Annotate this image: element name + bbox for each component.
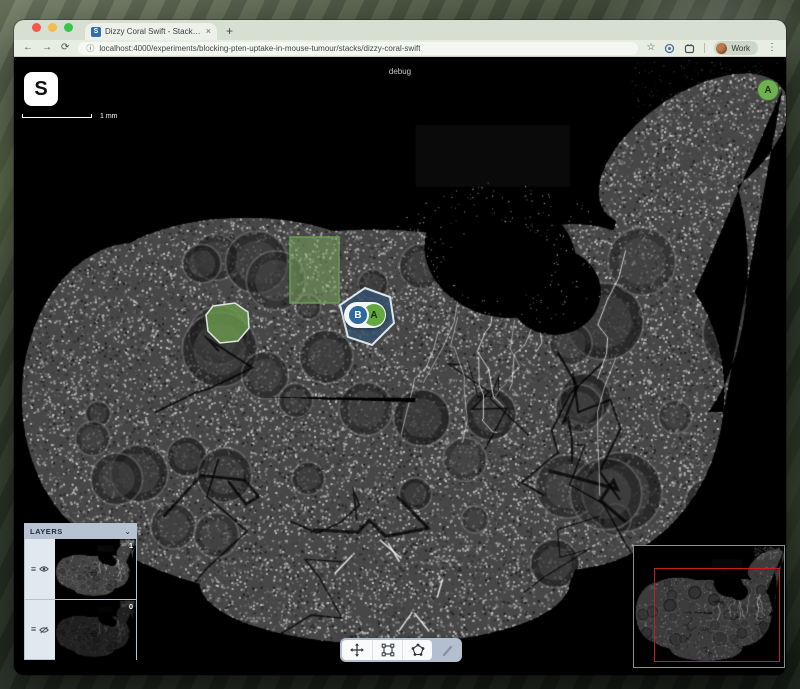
minimap[interactable] [633,545,785,668]
layer-0-controls: ≡ [25,600,55,659]
layers-panel: LAYERS ⌄ ≡ 1 [24,523,137,660]
annotation-rectangle-green[interactable] [290,237,339,303]
box-select-tool-button[interactable] [372,640,402,660]
extensions-icon[interactable] [684,43,695,54]
layer-0-thumbnail[interactable]: 0 [55,600,136,659]
window-controls [32,20,73,40]
desktop-background: S Dizzy Coral Swift - Stacks - B × + ← →… [0,0,800,689]
layer-1-controls: ≡ [25,539,55,599]
layers-panel-title: LAYERS [30,527,63,536]
minimap-viewport-rectangle[interactable] [654,568,780,662]
collapse-chevron-icon[interactable]: ⌄ [124,530,131,534]
visibility-eye-off-icon[interactable] [39,626,49,634]
move-icon [350,643,364,657]
forward-icon[interactable]: → [42,43,52,53]
browser-menu-icon[interactable]: ⋮ [767,43,777,53]
profile-label: Work [731,44,750,53]
visibility-eye-icon[interactable] [39,565,49,573]
tab-title: Dizzy Coral Swift - Stacks - B [105,27,202,36]
layer-1-thumbnail-image [55,539,136,599]
back-icon[interactable]: ← [23,43,33,53]
collaborator-b-badge[interactable]: B [347,304,369,326]
pencil-icon [441,644,454,657]
close-window-button[interactable] [32,23,41,32]
browser-window: S Dizzy Coral Swift - Stacks - B × + ← →… [14,20,786,675]
address-bar[interactable]: ⓘ localhost:4000/experiments/blocking-pt… [78,42,637,55]
new-tab-button[interactable]: + [226,25,233,37]
site-info-icon[interactable]: ⓘ [86,43,94,54]
bounding-box-icon [381,643,395,657]
tab-close-icon[interactable]: × [206,27,211,36]
polygon-icon [411,643,425,657]
tab-favicon: S [91,27,101,37]
lens-icon[interactable] [664,43,675,54]
annotation-polygon-green[interactable] [206,303,249,343]
drag-handle-icon[interactable]: ≡ [31,625,36,634]
minimize-window-button[interactable] [48,23,57,32]
pencil-tool-button-disabled[interactable] [434,640,460,660]
layer-row-1[interactable]: ≡ 1 [25,539,136,599]
profile-avatar [716,43,727,54]
layer-0-index: 0 [129,602,133,611]
reload-icon[interactable]: ⟳ [61,43,69,53]
tool-group [342,640,432,660]
polygon-tool-button[interactable] [402,640,432,660]
bookmark-star-icon[interactable]: ☆ [647,43,656,53]
browser-profile-chip[interactable]: Work [714,41,758,55]
url-text: localhost:4000/experiments/blocking-pten… [99,44,420,53]
layer-row-0[interactable]: ≡ 0 [25,599,136,659]
layer-1-thumbnail[interactable]: 1 [55,539,136,599]
layer-0-thumbnail-image [55,600,136,660]
layers-panel-header[interactable]: LAYERS ⌄ [25,524,136,539]
annotation-collaborator-badge[interactable]: A B [344,302,386,328]
zoom-window-button[interactable] [64,23,73,32]
layer-1-index: 1 [129,541,133,550]
browser-tab-bar: S Dizzy Coral Swift - Stacks - B × + [14,20,786,40]
slide-viewer: S debug 1 mm A A B LAYERS ⌄ [14,57,786,675]
tool-palette [340,638,462,662]
browser-url-bar: ← → ⟳ ⓘ localhost:4000/experiments/block… [14,40,786,57]
toolbar-divider [704,43,705,53]
browser-tab[interactable]: S Dizzy Coral Swift - Stacks - B × [85,23,217,40]
move-tool-button[interactable] [342,640,372,660]
drag-handle-icon[interactable]: ≡ [31,565,36,574]
